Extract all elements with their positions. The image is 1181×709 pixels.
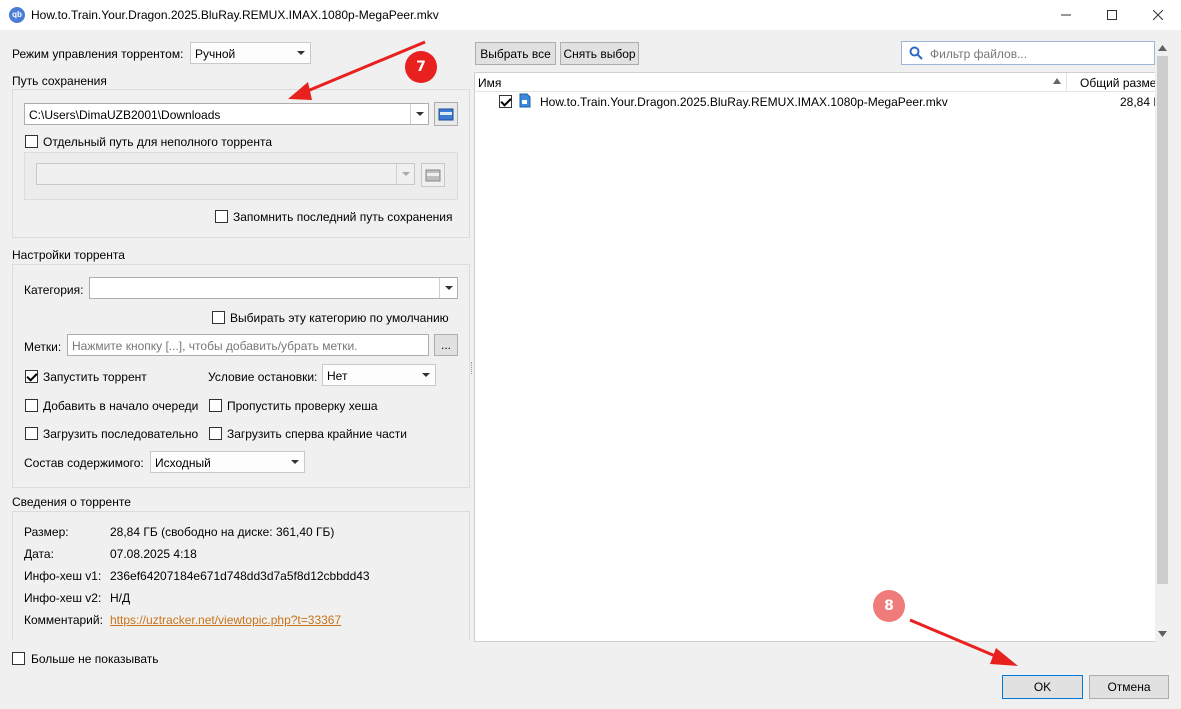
scroll-down-icon (1158, 631, 1167, 637)
management-mode-label: Режим управления торрентом: (12, 47, 184, 61)
separate-path-checkbox[interactable] (25, 135, 38, 148)
minimize-button[interactable] (1043, 0, 1089, 30)
folder-icon (425, 169, 441, 182)
torrent-settings-group-title: Настройки торрента (12, 248, 125, 262)
info-size-value: 28,84 ГБ (свободно на диске: 361,40 ГБ) (110, 525, 335, 539)
info-hash-v2-value: Н/Д (110, 591, 131, 605)
add-top-queue-label: Добавить в начало очереди (43, 399, 199, 413)
info-hash-v1-value: 236ef64207184e671d748dd3d7a5f8d12cbbdd43 (110, 569, 370, 583)
stop-condition-label: Условие остановки: (208, 370, 318, 384)
save-path-group-title: Путь сохранения (12, 74, 107, 88)
stop-condition-select[interactable]: Нет (322, 364, 436, 386)
scrollbar-thumb[interactable] (1157, 56, 1168, 584)
category-select[interactable] (89, 277, 458, 299)
splitter-handle[interactable] (471, 362, 473, 374)
info-comment-key: Комментарий: (24, 613, 103, 627)
first-last-label: Загрузить сперва крайние части (227, 427, 407, 441)
file-tree (474, 72, 1156, 642)
content-layout-label: Состав содержимого: (24, 456, 144, 470)
chevron-down-icon (286, 452, 304, 472)
close-icon (1153, 10, 1163, 20)
save-path-select[interactable]: C:\Users\DimaUZB2001\Downloads (24, 103, 429, 125)
arrow-head-ok (990, 648, 1018, 666)
header-divider (1066, 73, 1067, 92)
close-button[interactable] (1135, 0, 1181, 30)
file-name[interactable]: How.to.Train.Your.Dragon.2025.BluRay.REM… (540, 95, 948, 109)
chevron-down-icon (396, 164, 414, 184)
title-bar: qb How.to.Train.Your.Dragon.2025.BluRay.… (0, 0, 1181, 30)
step-badge-7: 7 (405, 51, 437, 83)
sort-ascending-icon (1053, 78, 1061, 84)
maximize-button[interactable] (1089, 0, 1135, 30)
skip-hash-label: Пропустить проверку хеша (227, 399, 378, 413)
content-layout-select[interactable]: Исходный (150, 451, 305, 473)
first-last-checkbox[interactable] (209, 427, 222, 440)
sequential-checkbox[interactable] (25, 427, 38, 440)
management-mode-select[interactable]: Ручной (190, 42, 311, 64)
select-none-button[interactable]: Снять выбор (560, 42, 639, 65)
file-filter-input[interactable]: Фильтр файлов... (901, 41, 1155, 65)
search-icon (909, 46, 923, 60)
separate-path-label: Отдельный путь для неполного торрента (43, 135, 273, 149)
info-date-value: 07.08.2025 4:18 (110, 547, 197, 561)
dont-show-again-checkbox[interactable] (12, 652, 25, 665)
scroll-up-icon (1158, 45, 1167, 51)
remember-path-label: Запомнить последний путь сохранения (233, 210, 453, 224)
step-badge-8: 8 (873, 590, 905, 622)
tags-input[interactable]: Нажмите кнопку [...], чтобы добавить/убр… (67, 334, 429, 356)
start-torrent-checkbox[interactable] (25, 370, 38, 383)
minimize-icon (1061, 14, 1071, 16)
torrent-info-group-title: Сведения о торренте (12, 495, 131, 509)
dont-show-again-label: Больше не показывать (31, 652, 159, 666)
sequential-label: Загрузить последовательно (43, 427, 199, 441)
browse-incomplete-folder-button (421, 163, 445, 187)
info-size-key: Размер: (24, 525, 69, 539)
cancel-button[interactable]: Отмена (1089, 675, 1169, 699)
incomplete-path-select (36, 163, 415, 185)
browse-folder-button[interactable] (434, 102, 458, 126)
info-comment-link[interactable]: https://uztracker.net/viewtopic.php?t=33… (110, 613, 341, 627)
start-torrent-label: Запустить торрент (43, 370, 147, 384)
file-checkbox[interactable] (499, 95, 512, 108)
chevron-down-icon[interactable] (439, 278, 457, 298)
select-all-button[interactable]: Выбрать все (475, 42, 556, 65)
ok-button[interactable]: OK (1002, 675, 1083, 699)
info-date-key: Дата: (24, 547, 54, 561)
column-name-header[interactable]: Имя (478, 76, 501, 90)
window-title: How.to.Train.Your.Dragon.2025.BluRay.REM… (31, 8, 439, 22)
file-size: 28,84 Г (1120, 95, 1155, 109)
folder-icon (438, 108, 454, 121)
maximize-icon (1107, 10, 1117, 20)
info-hash-v2-key: Инфо-хеш v2: (24, 591, 102, 605)
info-hash-v1-key: Инфо-хеш v1: (24, 569, 102, 583)
chevron-down-icon[interactable] (410, 104, 428, 124)
qbittorrent-app-icon: qb (9, 7, 25, 23)
chevron-down-icon (292, 43, 310, 63)
category-label: Категория: (24, 283, 84, 297)
default-category-checkbox[interactable] (212, 311, 225, 324)
remember-path-checkbox[interactable] (215, 210, 228, 223)
chevron-down-icon (417, 365, 435, 385)
column-size-header[interactable]: Общий разме (1080, 76, 1155, 90)
video-file-icon (519, 93, 531, 108)
skip-hash-checkbox[interactable] (209, 399, 222, 412)
edit-tags-button[interactable]: ... (434, 334, 458, 356)
add-top-queue-checkbox[interactable] (25, 399, 38, 412)
tags-label: Метки: (24, 340, 62, 354)
default-category-label: Выбирать эту категорию по умолчанию (230, 311, 449, 325)
